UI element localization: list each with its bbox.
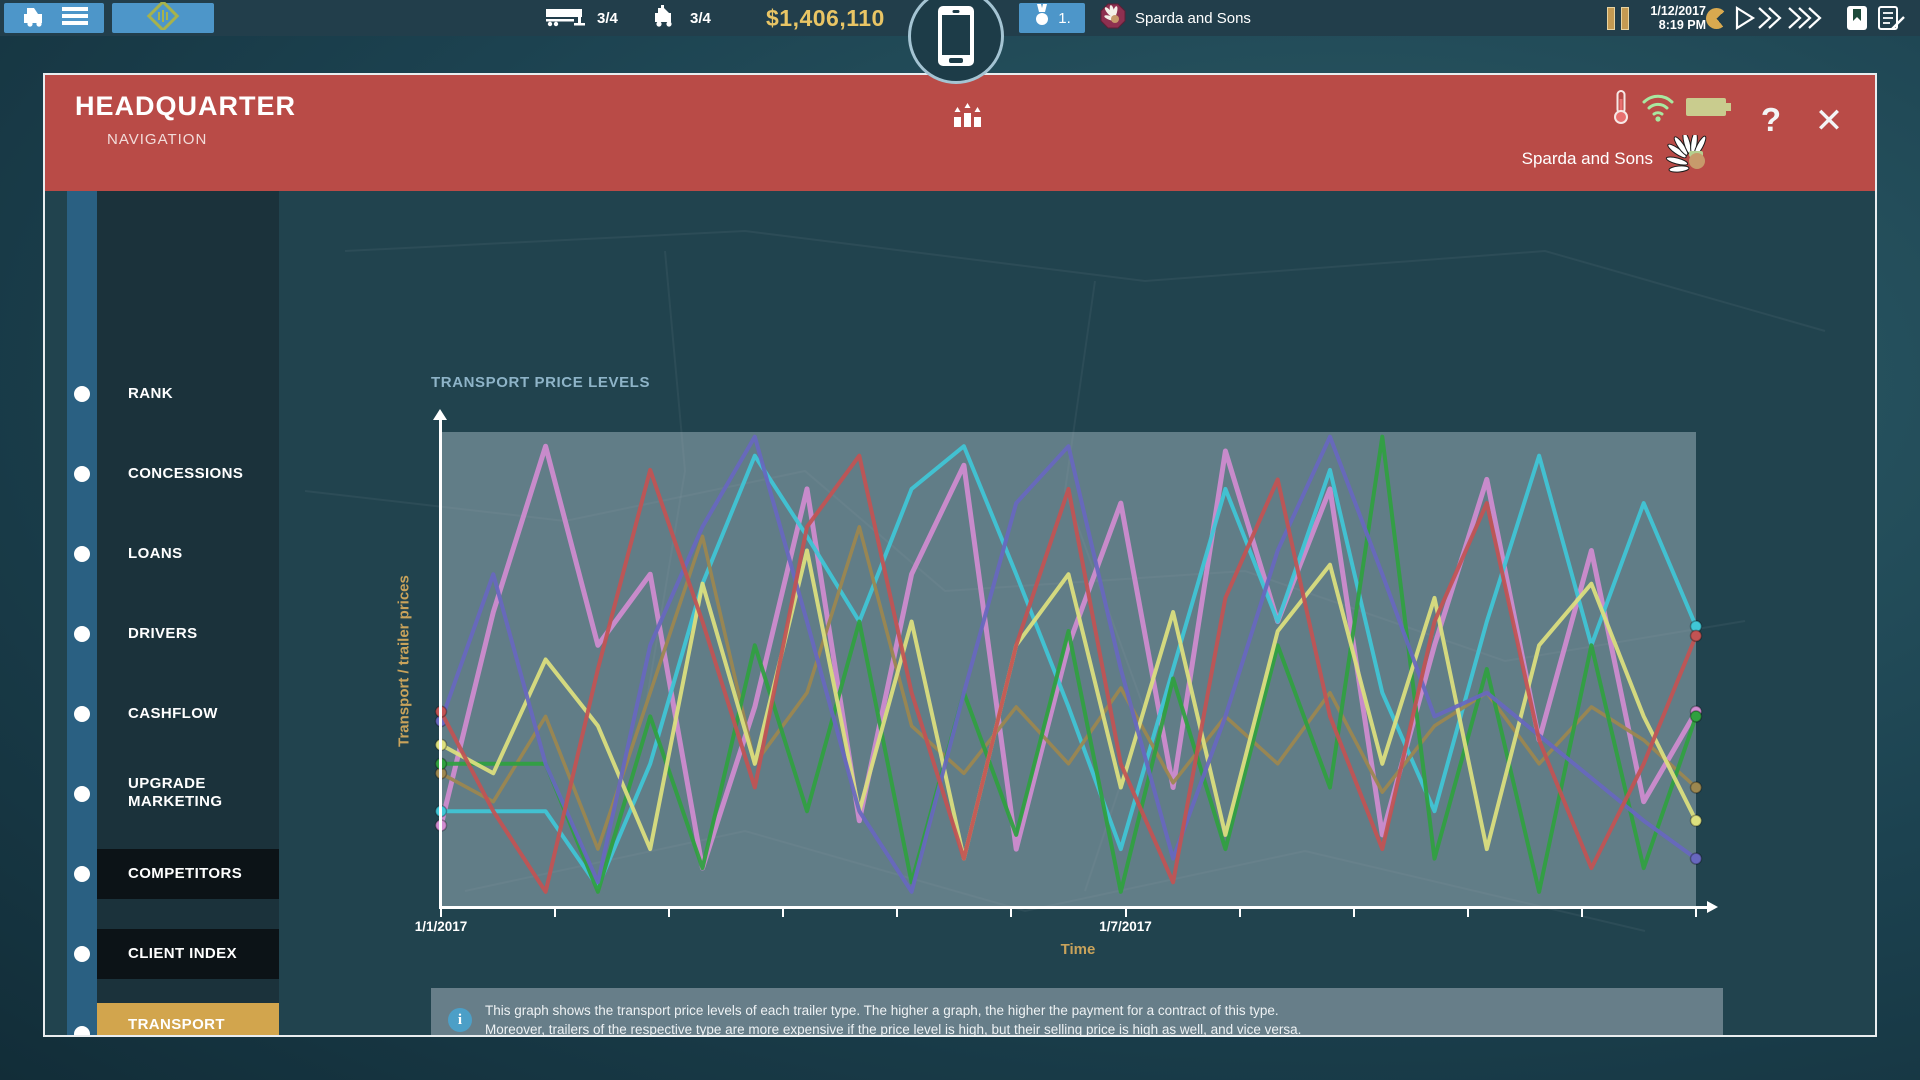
sidebar-item-drivers[interactable]: DRIVERS xyxy=(97,609,279,659)
x-tick xyxy=(1467,908,1469,917)
sidebar-item-cashflow[interactable]: CASHFLOW xyxy=(97,689,279,739)
series-endpoint-dot xyxy=(1691,853,1702,864)
series-line-car xyxy=(441,456,1696,892)
route-diamond-icon xyxy=(140,2,186,35)
x-tick xyxy=(1125,908,1127,917)
money-balance: $1,406,110 xyxy=(766,0,885,36)
truck-cab-icon xyxy=(650,4,682,32)
x-tick xyxy=(1239,908,1241,917)
chief-logo-icon xyxy=(1665,135,1715,182)
series-line-reefer xyxy=(441,446,1696,887)
x-tick xyxy=(554,908,556,917)
pause-button[interactable] xyxy=(1607,7,1631,30)
sidebar-dot xyxy=(74,626,90,642)
help-button[interactable]: ? xyxy=(1751,101,1791,145)
x-tick xyxy=(896,908,898,917)
window-header: HEADQUARTER NAVIGATION ? ✕ Sparda and So… xyxy=(45,75,1875,191)
sidebar-item-upgrade-marketing[interactable]: UPGRADE MARKETING xyxy=(97,763,279,823)
sidebar-dot xyxy=(74,706,90,722)
x-tick xyxy=(782,908,784,917)
window-content: RANK CONCESSIONS LOANS DRIVERS CASHFLOW … xyxy=(45,191,1875,1035)
y-axis xyxy=(439,419,442,908)
fastest-forward-button[interactable] xyxy=(1786,6,1826,35)
phone-icon xyxy=(938,6,974,66)
x-tick xyxy=(1695,908,1697,917)
fleet-menu-button[interactable] xyxy=(4,3,104,33)
chart-info-box: i This graph shows the transport price l… xyxy=(431,988,1723,1035)
sidebar-dot xyxy=(74,546,90,562)
status-icons xyxy=(1611,89,1733,130)
notes-button[interactable] xyxy=(1876,5,1906,37)
company-name: Sparda and Sons xyxy=(1135,10,1251,27)
trailer-icon xyxy=(545,4,589,32)
sidebar-item-transport-price-levels[interactable]: TRANSPORT PRICE LEVELS xyxy=(97,1003,279,1035)
chart-title: TRANSPORT PRICE LEVELS xyxy=(431,374,650,391)
game-time: 8:19 PM xyxy=(1640,18,1706,32)
headquarter-window: HEADQUARTER NAVIGATION ? ✕ Sparda and So… xyxy=(43,73,1877,1037)
sidebar-dot xyxy=(74,786,90,802)
stats-podium-icon xyxy=(950,103,986,134)
hamburger-icon xyxy=(62,5,88,32)
y-axis-arrow xyxy=(433,409,447,420)
x-tick xyxy=(1353,908,1355,917)
bookmark-button[interactable] xyxy=(1846,5,1868,36)
x-axis xyxy=(439,906,1707,909)
rank-button[interactable]: 1. xyxy=(1019,3,1085,33)
series-endpoint-dot xyxy=(1691,711,1702,722)
sidebar-dot xyxy=(74,866,90,882)
sidebar-item-loans[interactable]: LOANS xyxy=(97,529,279,579)
sidebar-item-client-index[interactable]: CLIENT INDEX xyxy=(97,929,279,979)
x-tick xyxy=(1010,908,1012,917)
fast-forward-button[interactable] xyxy=(1756,6,1786,35)
sidebar-item-competitors[interactable]: COMPETITORS xyxy=(97,849,279,899)
phone-button[interactable] xyxy=(908,0,1004,84)
truck-icon xyxy=(21,5,55,32)
sidebar-dot xyxy=(74,1026,90,1035)
sidebar-item-concessions[interactable]: CONCESSIONS xyxy=(97,449,279,499)
window-subtitle: NAVIGATION xyxy=(107,131,207,148)
x-tick xyxy=(668,908,670,917)
rank-value: 1. xyxy=(1058,10,1071,27)
medal-icon xyxy=(1033,4,1051,33)
window-title: HEADQUARTER xyxy=(75,91,296,122)
series-line-flatbed xyxy=(441,437,1696,892)
x-tick-label: 1/7/2017 xyxy=(1099,919,1152,934)
x-tick xyxy=(1581,908,1583,917)
x-tick-label: 1/1/2017 xyxy=(415,919,468,934)
sidebar-dot xyxy=(74,386,90,402)
close-button[interactable]: ✕ xyxy=(1807,101,1851,145)
header-company: Sparda and Sons xyxy=(1522,135,1715,182)
company-indicator: Sparda and Sons xyxy=(1100,0,1251,36)
info-line-2: Moreover, trailers of the respective typ… xyxy=(485,1020,1301,1035)
series-endpoint-dot xyxy=(1691,815,1702,826)
series-endpoint-dot xyxy=(1691,630,1702,641)
sidebar-item-rank[interactable]: RANK xyxy=(97,369,279,419)
x-axis-label: Time xyxy=(1061,941,1096,958)
truck-count-value: 3/4 xyxy=(690,10,711,27)
info-line-1: This graph shows the transport price lev… xyxy=(485,1001,1301,1020)
header-company-name: Sparda and Sons xyxy=(1522,149,1653,169)
sidebar-dot-rail xyxy=(67,191,97,1035)
sidebar-dot xyxy=(74,946,90,962)
series-line-tank xyxy=(441,437,1696,892)
game-date: 1/12/2017 xyxy=(1640,4,1706,18)
game-datetime: 1/12/2017 8:19 PM xyxy=(1640,4,1706,32)
company-logo-icon xyxy=(1100,3,1126,33)
trailer-count: 3/4 xyxy=(545,0,618,36)
series-endpoint-dot xyxy=(1691,782,1702,793)
trailer-count-value: 3/4 xyxy=(597,10,618,27)
x-tick xyxy=(440,908,442,917)
wifi-icon xyxy=(1641,92,1675,127)
info-icon: i xyxy=(448,1008,472,1032)
routes-button[interactable] xyxy=(112,3,214,33)
battery-icon xyxy=(1685,94,1733,125)
play-button[interactable] xyxy=(1734,6,1756,35)
daylight-clock-icon xyxy=(1706,8,1727,29)
price-level-lines xyxy=(441,432,1696,906)
truck-count: 3/4 xyxy=(650,0,711,36)
x-axis-arrow xyxy=(1707,901,1718,913)
sidebar-dot xyxy=(74,466,90,482)
temperature-icon xyxy=(1611,89,1631,130)
y-axis-label: Transport / trailer prices xyxy=(396,575,413,747)
